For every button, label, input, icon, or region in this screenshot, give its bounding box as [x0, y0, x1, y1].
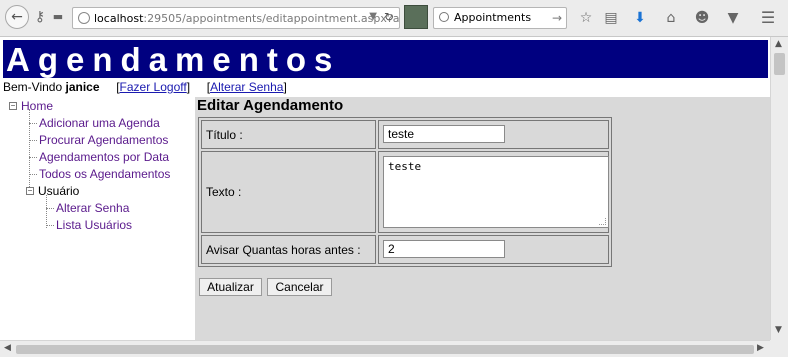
tree-connector	[29, 123, 37, 124]
site-banner: Agendamentos	[3, 40, 768, 78]
page-title: Editar Agendamento	[197, 97, 344, 114]
search-icon	[439, 12, 449, 22]
reading-list-icon[interactable]: ▤	[601, 8, 621, 28]
tree-item-change-password[interactable]: Alterar Senha	[56, 201, 129, 215]
scroll-up-icon[interactable]: ▲	[775, 39, 782, 49]
logoff-link[interactable]: Fazer Logoff	[120, 80, 187, 94]
scroll-right-icon[interactable]: ▶	[757, 343, 764, 353]
pocket-icon[interactable]: ▼	[723, 8, 743, 28]
title-input[interactable]: teste	[383, 125, 505, 143]
update-button[interactable]: Atualizar	[199, 278, 262, 296]
hours-input[interactable]: 2	[383, 240, 505, 258]
tree-connector	[29, 109, 30, 193]
welcome-prefix: Bem-Vindo	[3, 80, 63, 94]
tree-item-user[interactable]: Usuário	[38, 184, 79, 198]
reload-icon[interactable]: ↻	[384, 10, 394, 24]
cancel-button[interactable]: Cancelar	[267, 278, 332, 296]
scroll-thumb[interactable]	[16, 345, 754, 354]
url-bar[interactable]: localhost:29505/appointments/editappoint…	[72, 7, 400, 29]
nav-tree: − Home Adicionar uma Agenda Procurar Age…	[3, 97, 195, 340]
folder-icon[interactable]: ▬	[48, 7, 68, 27]
browser-toolbar: ← ⚷ ▬ localhost:29505/appointments/edita…	[0, 0, 788, 37]
tree-connector	[29, 174, 37, 175]
title-label: Título :	[201, 120, 376, 149]
bookmark-star-icon[interactable]: ☆	[576, 8, 596, 28]
scrollbar-corner	[770, 340, 788, 357]
text-textarea[interactable]: teste	[383, 156, 609, 228]
url-path: :29505/appointments/editappointment.aspx…	[143, 11, 400, 25]
search-input[interactable]: Appointments →	[433, 7, 567, 29]
tree-item-user-list[interactable]: Lista Usuários	[56, 218, 132, 232]
text-textarea-value: teste	[388, 160, 422, 173]
tree-connector	[29, 140, 37, 141]
go-icon[interactable]: →	[552, 8, 562, 28]
scroll-down-icon[interactable]: ▼	[775, 325, 782, 335]
collapse-icon[interactable]: −	[26, 187, 34, 195]
tree-item-search-appointments[interactable]: Procurar Agendamentos	[39, 133, 168, 147]
back-icon[interactable]: ←	[5, 5, 29, 29]
page-viewport: Agendamentos Bem-Vindo janice [Fazer Log…	[0, 37, 770, 340]
tree-item-appointments-by-date[interactable]: Agendamentos por Data	[39, 150, 169, 164]
tree-item-add-appointment[interactable]: Adicionar uma Agenda	[39, 116, 160, 130]
scroll-left-icon[interactable]: ◀	[4, 343, 11, 353]
globe-icon	[78, 12, 90, 24]
home-icon[interactable]: ⌂	[661, 8, 681, 28]
tree-connector	[46, 208, 54, 209]
horizontal-scrollbar[interactable]: ◀ ▶	[0, 340, 770, 357]
tree-connector	[29, 157, 37, 158]
site-identity-icon[interactable]	[404, 5, 428, 29]
url-host: localhost	[94, 11, 144, 25]
tree-item-all-appointments[interactable]: Todos os Agendamentos	[39, 167, 170, 181]
menu-icon[interactable]: ☰	[758, 8, 778, 28]
change-password-link[interactable]: Alterar Senha	[210, 80, 283, 94]
tree-connector	[46, 195, 47, 228]
collapse-icon[interactable]: −	[9, 102, 17, 110]
hours-label: Avisar Quantas horas antes :	[201, 235, 376, 264]
edit-form-table: Título : teste Texto : teste Avisar Quan…	[198, 117, 612, 267]
download-icon[interactable]: ⬇	[630, 8, 650, 28]
tree-item-home[interactable]: Home	[21, 99, 53, 113]
main-content: Editar Agendamento Título : teste Texto …	[195, 97, 770, 340]
text-label: Texto :	[201, 151, 376, 233]
key-icon[interactable]: ⚷	[30, 7, 50, 27]
resize-grip-icon[interactable]	[599, 218, 606, 225]
vertical-scrollbar[interactable]: ▲ ▼	[770, 37, 788, 340]
scroll-thumb[interactable]	[774, 53, 785, 75]
emoji-icon[interactable]: ☻	[692, 8, 712, 28]
welcome-user: janice	[65, 80, 100, 94]
dropdown-icon[interactable]: ▼	[369, 11, 377, 22]
tree-connector	[46, 225, 54, 226]
welcome-bar: Bem-Vindo janice [Fazer Logoff] [Alterar…	[3, 80, 287, 94]
search-text: Appointments	[454, 11, 532, 24]
